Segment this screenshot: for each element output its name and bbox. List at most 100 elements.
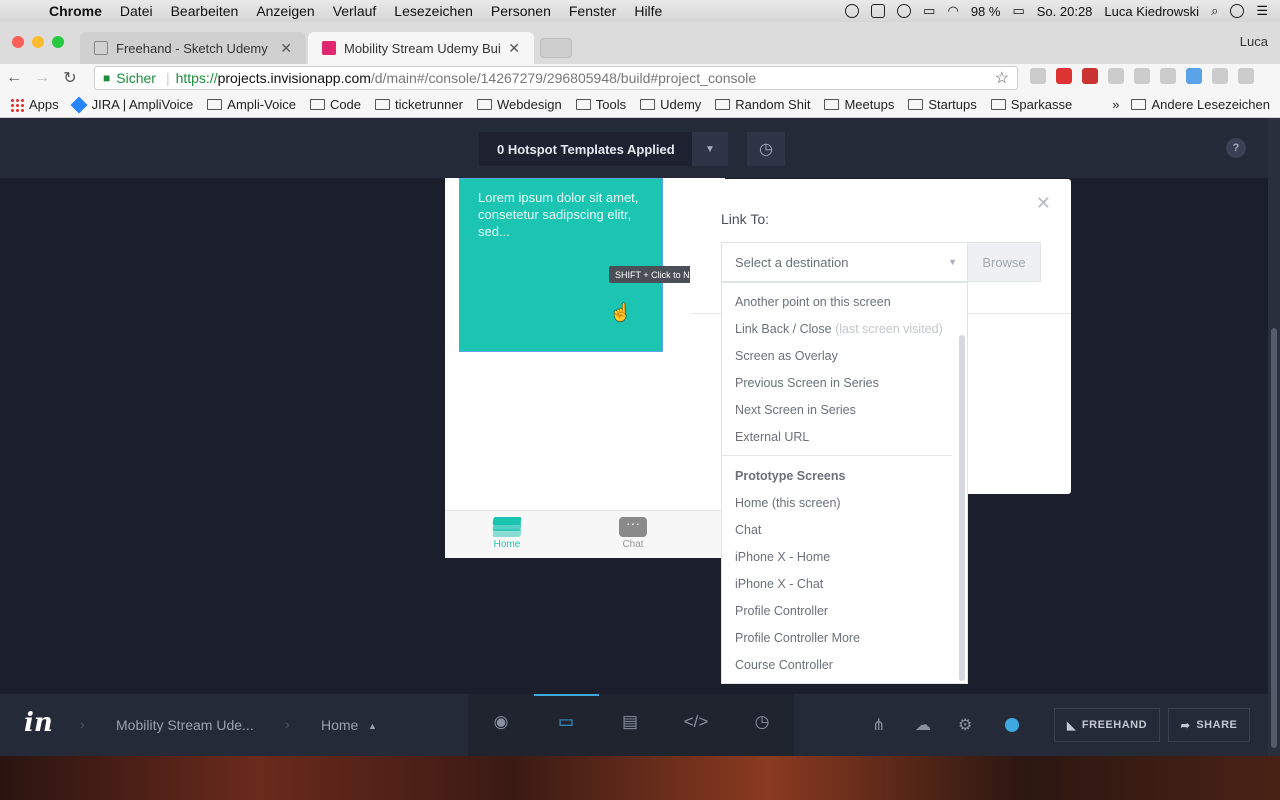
- spotlight-search-icon[interactable]: ⌕: [1211, 3, 1218, 19]
- menu-app[interactable]: Chrome: [40, 3, 111, 19]
- minimize-window-button[interactable]: [32, 36, 44, 48]
- bookmark-folder[interactable]: Random Shit: [715, 97, 810, 112]
- hotspot-card[interactable]: Lorem ipsum dolor sit amet, consetetur s…: [459, 178, 663, 352]
- bookmark-folder[interactable]: Meetups: [824, 97, 894, 112]
- menu-fenster[interactable]: Fenster: [560, 3, 625, 19]
- screen-option[interactable]: iPhone X - Chat: [735, 577, 823, 591]
- notification-center-icon[interactable]: ☰: [1256, 3, 1268, 19]
- extension-badge-icon[interactable]: [1056, 68, 1072, 84]
- back-icon[interactable]: ←: [0, 69, 28, 87]
- bookmark-folder[interactable]: Tools: [575, 97, 626, 112]
- leaf-extension-icon[interactable]: [1160, 68, 1176, 84]
- share-nodes-icon[interactable]: ⋔: [872, 715, 885, 735]
- build-mode-icon[interactable]: ▭: [552, 712, 580, 738]
- battery-icon[interactable]: ▭: [1012, 3, 1024, 19]
- evernote-icon[interactable]: [1030, 68, 1046, 84]
- tab-chat[interactable]: ··· Chat: [603, 516, 663, 550]
- extension-red-icon[interactable]: [1082, 68, 1098, 84]
- bookmark-folder[interactable]: Code: [309, 97, 361, 112]
- timer-button[interactable]: ◷: [747, 132, 785, 166]
- bookmark-folder[interactable]: Udemy: [640, 97, 701, 112]
- bookmark-jira[interactable]: JIRA | AmpliVoice: [70, 96, 193, 113]
- option-link-back[interactable]: Link Back / Close (last screen visited): [735, 322, 943, 336]
- reload-icon[interactable]: ↻: [56, 68, 84, 88]
- screen-option[interactable]: iPhone X - Home: [735, 550, 830, 564]
- menu-hilfe[interactable]: Hilfe: [625, 3, 671, 19]
- screen-option[interactable]: Profile Controller: [735, 604, 828, 618]
- other-bookmarks[interactable]: Andere Lesezeichen: [1131, 97, 1270, 112]
- option-external-url[interactable]: External URL: [735, 430, 809, 444]
- new-tab-button[interactable]: [540, 38, 572, 58]
- bookmark-apps[interactable]: Apps: [10, 97, 59, 112]
- menu-bearbeiten[interactable]: Bearbeiten: [162, 3, 248, 19]
- bookmark-folder[interactable]: Ampli-Voice: [207, 97, 296, 112]
- option-another-point[interactable]: Another point on this screen: [735, 295, 891, 309]
- hotspot-dropdown-button[interactable]: ▼: [692, 132, 728, 166]
- help-button[interactable]: ?: [1226, 138, 1246, 158]
- cloud-sync-icon[interactable]: ☁: [915, 715, 931, 735]
- comment-mode-icon[interactable]: ▤: [616, 712, 644, 738]
- tab-invision[interactable]: Mobility Stream Udemy Build M ✕: [308, 32, 534, 64]
- screen-option[interactable]: Home (this screen): [735, 496, 841, 510]
- bookmark-folder[interactable]: ticketrunner: [375, 97, 463, 112]
- forward-icon[interactable]: →: [28, 69, 56, 87]
- browse-button[interactable]: Browse: [967, 242, 1041, 282]
- caret-up-icon[interactable]: ▲: [368, 721, 377, 731]
- invision-logo[interactable]: in: [24, 708, 53, 738]
- siri-icon[interactable]: [1230, 4, 1245, 18]
- screen-option[interactable]: Chat: [735, 523, 761, 537]
- cast-icon[interactable]: [1212, 68, 1228, 84]
- user-name[interactable]: Luca Kiedrowski: [1104, 4, 1199, 19]
- bookmark-folder[interactable]: Startups: [908, 97, 977, 112]
- close-tab-icon[interactable]: ✕: [280, 40, 292, 57]
- option-overlay[interactable]: Screen as Overlay: [735, 349, 838, 363]
- menu-personen[interactable]: Personen: [482, 3, 560, 19]
- menu-verlauf[interactable]: Verlauf: [324, 3, 386, 19]
- share-button[interactable]: ➦ SHARE: [1168, 708, 1250, 742]
- blue-extension-icon[interactable]: [1186, 68, 1202, 84]
- screen-crumb[interactable]: Home: [321, 717, 358, 733]
- more-bookmarks-button[interactable]: »: [1112, 97, 1119, 112]
- wifi-icon[interactable]: ◠: [947, 3, 958, 19]
- address-bar[interactable]: ■ Sicher | https:// projects.invisionapp…: [94, 66, 1018, 90]
- history-mode-clock-icon[interactable]: ◷: [748, 712, 776, 738]
- option-next-screen[interactable]: Next Screen in Series: [735, 403, 856, 417]
- clock[interactable]: So. 20:28: [1037, 4, 1093, 19]
- inspect-mode-code-icon[interactable]: </>: [682, 712, 710, 738]
- dropdown-scrollbar[interactable]: [959, 335, 965, 681]
- page-scrollbar[interactable]: [1268, 118, 1280, 756]
- page-extension-icon[interactable]: [1134, 68, 1150, 84]
- tab-home[interactable]: Home: [477, 517, 537, 550]
- scrollbar-thumb[interactable]: [1271, 328, 1277, 748]
- creative-cloud-icon[interactable]: [897, 4, 912, 18]
- project-crumb[interactable]: Mobility Stream Ude...: [116, 717, 254, 733]
- preview-mode-eye-icon[interactable]: ◉: [487, 712, 515, 738]
- desktop-wallpaper: [0, 756, 1280, 800]
- code-extension-icon[interactable]: [1108, 68, 1124, 84]
- close-tab-icon[interactable]: ✕: [508, 40, 520, 57]
- close-window-button[interactable]: [12, 36, 24, 48]
- maximize-window-button[interactable]: [52, 36, 64, 48]
- screen-option[interactable]: Profile Controller More: [735, 631, 860, 645]
- status-dot[interactable]: [1005, 718, 1019, 732]
- tab-freehand[interactable]: Freehand - Sketch Udemy ✕: [80, 32, 306, 64]
- settings-gear-icon[interactable]: ⚙: [958, 715, 972, 735]
- bookmark-folder[interactable]: Sparkasse: [990, 97, 1072, 112]
- screen-option[interactable]: Course Controller: [735, 658, 833, 672]
- menu-icon[interactable]: [1238, 68, 1254, 84]
- freehand-button[interactable]: ◣ FREEHAND: [1054, 708, 1160, 742]
- option-previous-screen[interactable]: Previous Screen in Series: [735, 376, 879, 390]
- app-status-icon[interactable]: [871, 4, 886, 18]
- menu-datei[interactable]: Datei: [111, 3, 162, 19]
- hotspot-templates-button[interactable]: 0 Hotspot Templates Applied: [479, 132, 693, 166]
- menu-anzeigen[interactable]: Anzeigen: [247, 3, 323, 19]
- close-icon[interactable]: ✕: [1036, 193, 1051, 214]
- record-icon[interactable]: [845, 4, 860, 18]
- bookmark-folder[interactable]: Webdesign: [476, 97, 562, 112]
- menu-lesezeichen[interactable]: Lesezeichen: [385, 3, 482, 19]
- destination-select[interactable]: Select a destination ▼: [721, 242, 968, 282]
- profile-name[interactable]: Luca: [1240, 34, 1268, 49]
- airplay-icon[interactable]: ▭: [923, 3, 935, 19]
- bookmark-star-icon[interactable]: ☆: [995, 68, 1009, 88]
- share-arrow-icon: ➦: [1180, 719, 1191, 732]
